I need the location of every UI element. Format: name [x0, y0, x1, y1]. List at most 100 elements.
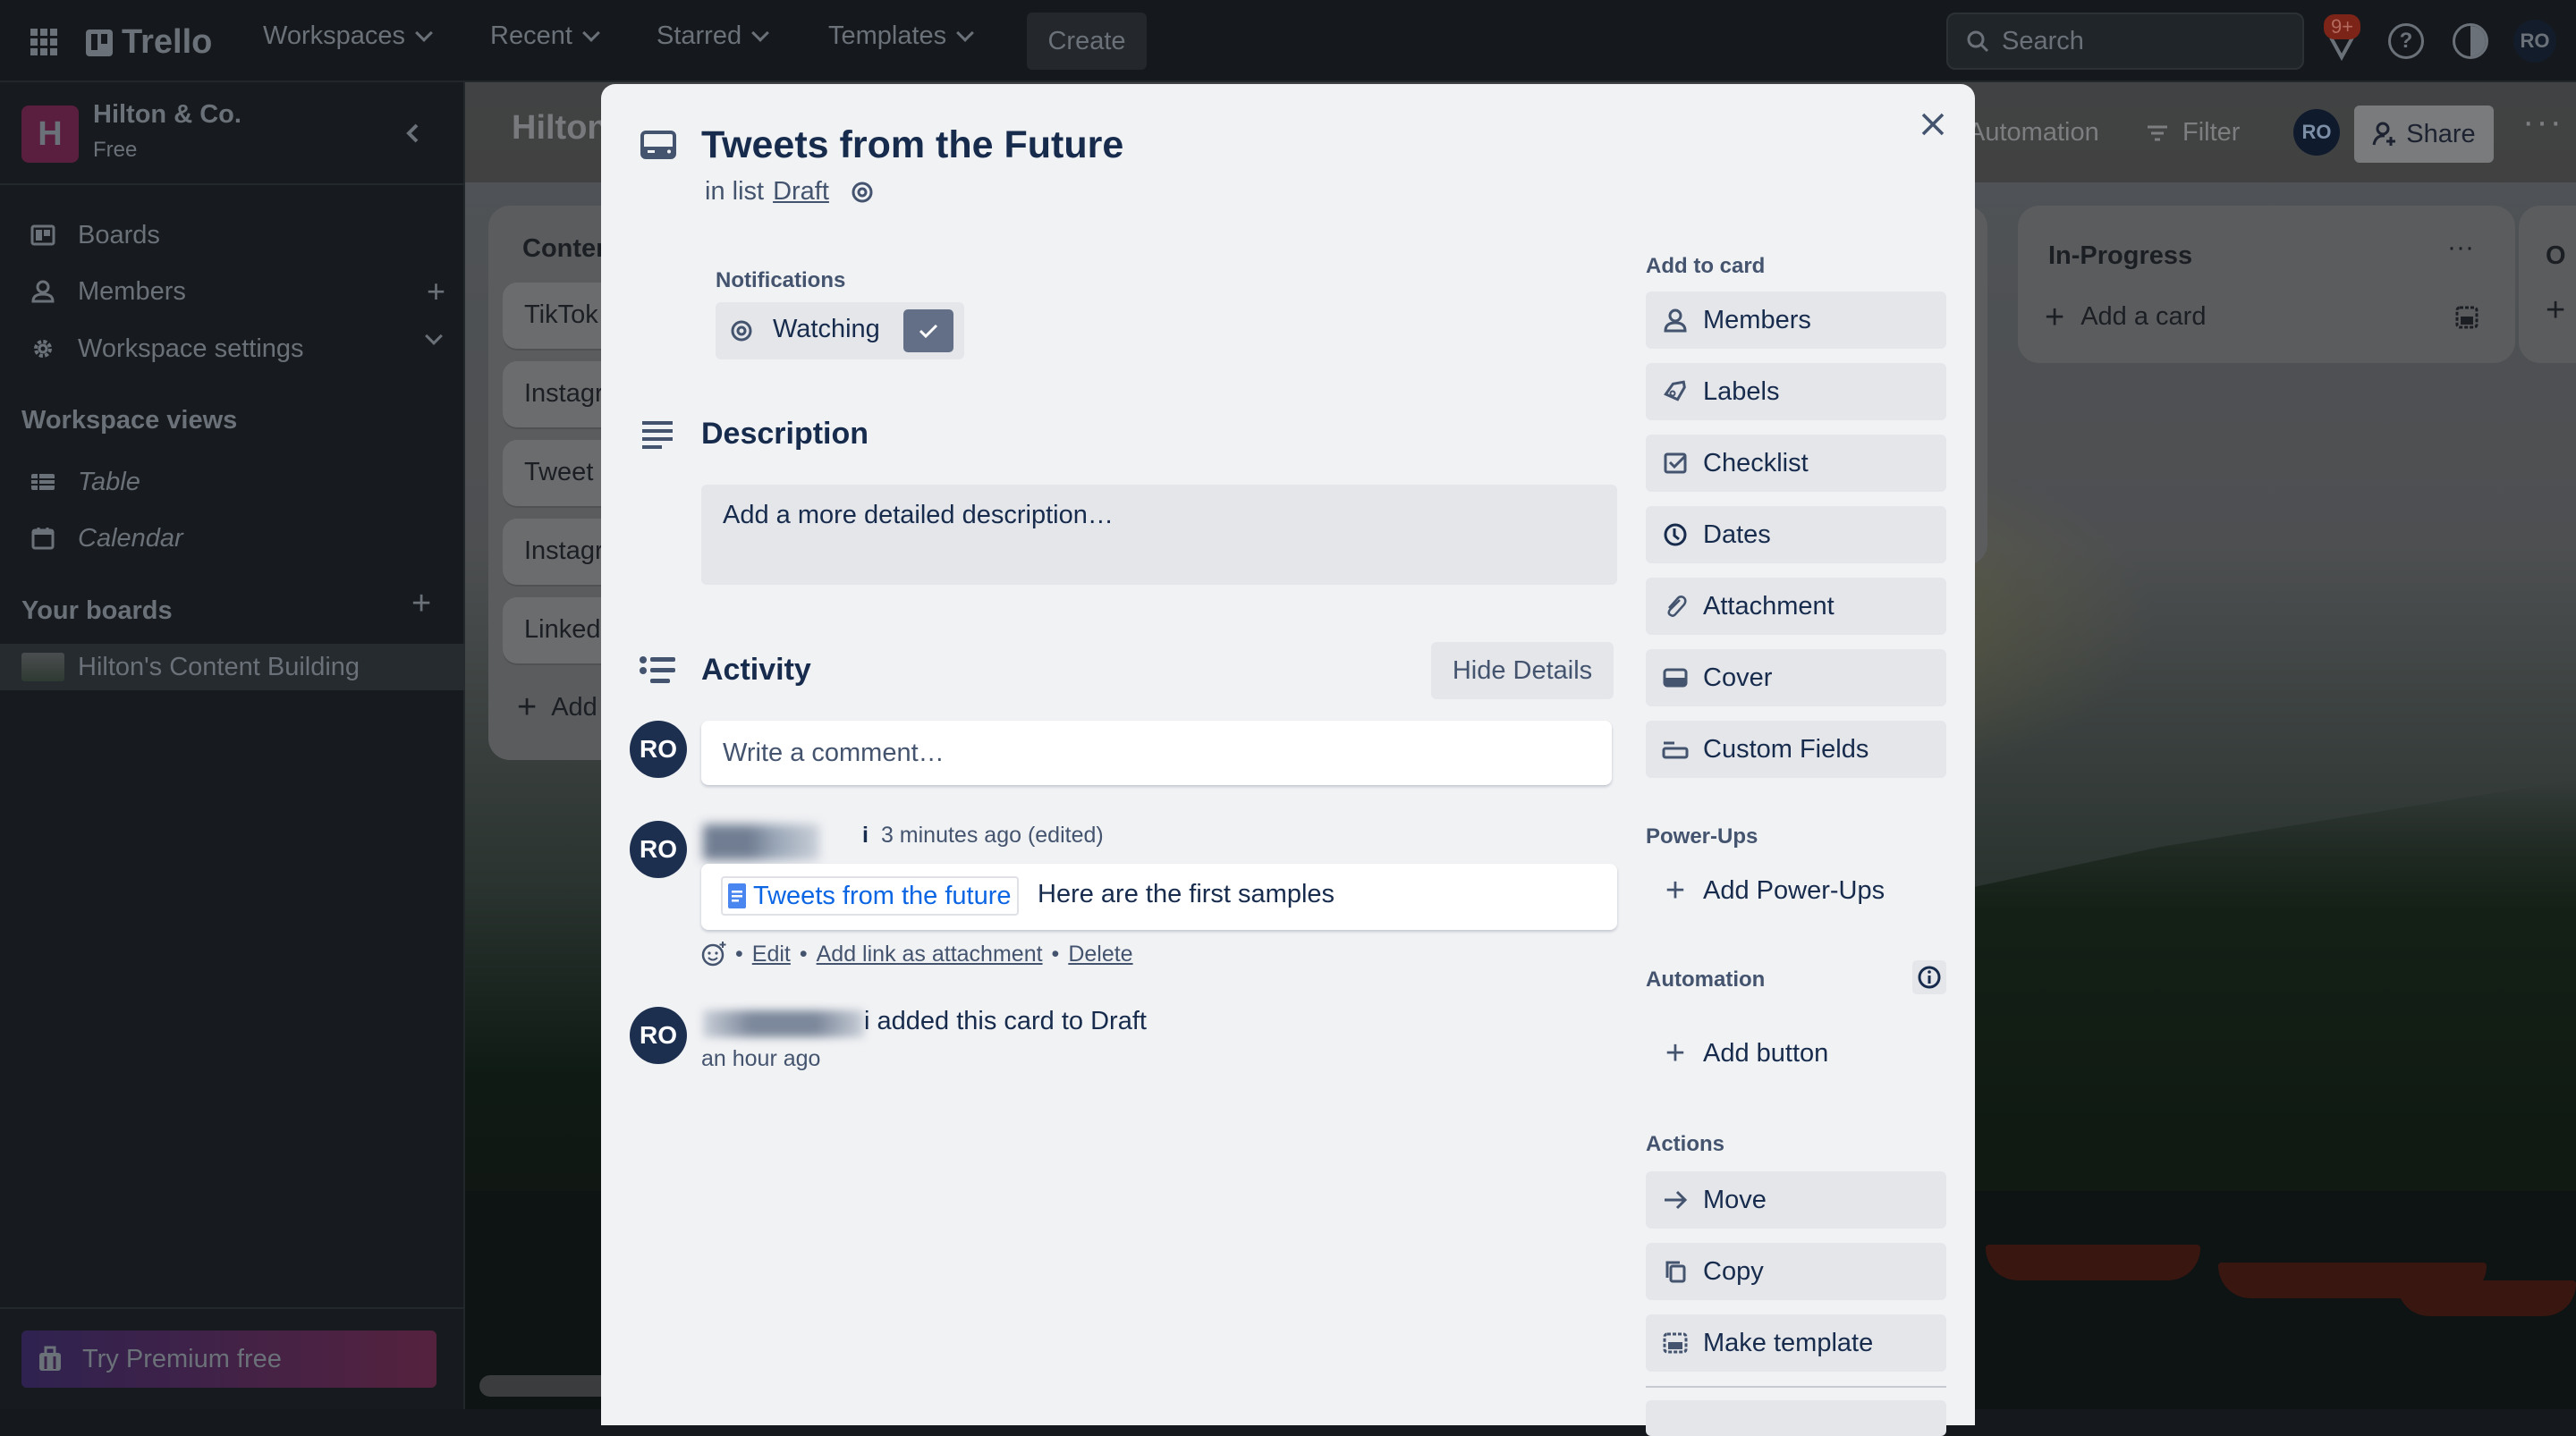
- add-button-button[interactable]: + Add button: [1646, 1025, 1946, 1082]
- move-button[interactable]: Move: [1646, 1171, 1946, 1229]
- plus-icon: +: [1665, 871, 1686, 909]
- description-editor[interactable]: Add a more detailed description…: [701, 485, 1617, 585]
- sidebar-item-members[interactable]: Members +: [0, 264, 465, 319]
- checklist-button[interactable]: Checklist: [1646, 435, 1946, 492]
- chevron-down-icon: [581, 23, 600, 42]
- copy-button[interactable]: Copy: [1646, 1243, 1946, 1300]
- list-in-progress: In-Progress ··· + Add a card: [2018, 206, 2515, 363]
- add-to-card-heading: Add to card: [1646, 254, 1766, 278]
- comment-text: Here are the first samples: [1038, 880, 1335, 908]
- add-card-label: Add a card: [2080, 302, 2207, 331]
- comment-input[interactable]: Write a comment…: [701, 721, 1612, 785]
- theme-toggle-icon[interactable]: [2453, 23, 2488, 59]
- automation-info-button[interactable]: [1912, 960, 1946, 994]
- add-card-button[interactable]: + Add: [517, 688, 597, 727]
- chevron-down-icon: [751, 23, 770, 42]
- smart-link[interactable]: Tweets from the future: [721, 876, 1019, 916]
- archive-button-partial[interactable]: [1646, 1400, 1946, 1436]
- trello-logo[interactable]: Trello: [86, 23, 212, 62]
- card-icon: [640, 131, 676, 159]
- dates-button[interactable]: Dates: [1646, 506, 1946, 563]
- app-switcher-icon[interactable]: [30, 29, 57, 55]
- checklist-label: Checklist: [1703, 448, 1809, 477]
- members-button[interactable]: Members: [1646, 291, 1946, 349]
- move-label: Move: [1703, 1185, 1767, 1214]
- plus-icon[interactable]: +: [2546, 291, 2565, 330]
- trello-logo-icon: [86, 29, 113, 56]
- workspace-logo: H: [21, 106, 79, 163]
- description-placeholder: Add a more detailed description…: [723, 501, 1114, 529]
- list-link[interactable]: Draft: [773, 177, 829, 207]
- comment-author-avatar[interactable]: RO: [630, 821, 687, 878]
- separator: •: [1051, 941, 1060, 967]
- make-template-button[interactable]: Make template: [1646, 1314, 1946, 1372]
- try-premium-button[interactable]: Try Premium free: [21, 1330, 436, 1388]
- search-input[interactable]: Search: [1946, 13, 2304, 70]
- separator: •: [735, 941, 743, 967]
- chevron-down-icon[interactable]: [425, 327, 443, 345]
- board-member-avatar[interactable]: RO: [2293, 109, 2340, 156]
- chevron-down-icon: [415, 23, 433, 42]
- watching-check-icon: [903, 309, 953, 352]
- sidebar-item-boards[interactable]: Boards: [0, 207, 465, 263]
- account-avatar[interactable]: RO: [2513, 20, 2556, 63]
- plus-icon: +: [2045, 298, 2065, 336]
- add-reaction-icon[interactable]: [701, 941, 726, 967]
- recent-menu[interactable]: Recent: [490, 21, 600, 51]
- sidebar-item-label: Boards: [78, 220, 160, 249]
- help-icon[interactable]: ?: [2388, 23, 2424, 59]
- watching-button[interactable]: Watching: [716, 302, 964, 359]
- trello-wordmark: Trello: [122, 23, 213, 61]
- automation-button[interactable]: Automation: [1968, 118, 2099, 148]
- board-menu-icon[interactable]: ···: [2522, 102, 2563, 142]
- activity-author-avatar[interactable]: RO: [630, 1007, 687, 1064]
- create-button[interactable]: Create: [1027, 13, 1147, 70]
- collapse-sidebar-icon[interactable]: [404, 122, 422, 144]
- add-board-plus-icon[interactable]: +: [411, 585, 431, 623]
- starred-menu[interactable]: Starred: [657, 21, 770, 51]
- sidebar-item-table[interactable]: Table: [0, 454, 465, 510]
- card-title[interactable]: Tweets from the Future: [701, 123, 1123, 167]
- current-user-avatar: RO: [630, 721, 687, 778]
- list-menu-icon[interactable]: ···: [2447, 232, 2474, 263]
- workspace-plan: Free: [93, 138, 138, 162]
- add-member-plus-icon[interactable]: +: [427, 273, 445, 310]
- board-title[interactable]: Hilton: [512, 109, 608, 148]
- create-from-template-icon[interactable]: [2454, 304, 2479, 331]
- members-label: Members: [1703, 305, 1811, 334]
- sidebar-item-workspace-settings[interactable]: Workspace settings: [0, 321, 465, 376]
- cover-button[interactable]: Cover: [1646, 649, 1946, 706]
- notifications-heading: Notifications: [716, 268, 846, 292]
- comment-actions: • Edit • Add link as attachment • Delete: [701, 941, 1133, 967]
- custom-fields-button[interactable]: Custom Fields: [1646, 721, 1946, 778]
- add-card-button[interactable]: + Add a card: [2045, 298, 2207, 336]
- edit-comment-link[interactable]: Edit: [752, 942, 791, 967]
- close-icon[interactable]: [1919, 111, 1946, 138]
- share-button[interactable]: Share: [2354, 106, 2494, 163]
- filter-button[interactable]: Filter: [2147, 118, 2240, 148]
- sidebar-item-label: Calendar: [78, 523, 183, 553]
- list-partial: O +: [2519, 206, 2576, 363]
- comment-timestamp[interactable]: 3 minutes ago (edited): [881, 823, 1104, 849]
- templates-menu[interactable]: Templates: [828, 21, 975, 51]
- sidebar-item-calendar[interactable]: Calendar: [0, 511, 465, 566]
- add-power-ups-button[interactable]: + Add Power-Ups: [1646, 862, 1946, 919]
- delete-comment-link[interactable]: Delete: [1068, 942, 1132, 967]
- custom-fields-label: Custom Fields: [1703, 734, 1869, 764]
- activity-time[interactable]: an hour ago: [701, 1046, 820, 1072]
- workspaces-label: Workspaces: [263, 21, 406, 50]
- sidebar-board-item[interactable]: Hilton's Content Building: [0, 644, 465, 690]
- comment-meta: i 3 minutes ago (edited): [862, 823, 1104, 849]
- checklist-icon: [1664, 452, 1687, 474]
- add-link-as-attachment-link[interactable]: Add link as attachment: [817, 942, 1043, 967]
- hide-details-button[interactable]: Hide Details: [1431, 642, 1614, 699]
- attachment-button[interactable]: Attachment: [1646, 578, 1946, 635]
- actions-heading: Actions: [1646, 1132, 1725, 1156]
- notifications-button[interactable]: 9+: [2322, 14, 2363, 64]
- workspaces-menu[interactable]: Workspaces: [263, 21, 433, 51]
- labels-button[interactable]: Labels: [1646, 363, 1946, 420]
- search-placeholder: Search: [2002, 26, 2084, 55]
- activity-heading: Activity: [701, 653, 811, 687]
- recent-label: Recent: [490, 21, 572, 50]
- activity-author-name-redacted: [703, 1010, 864, 1037]
